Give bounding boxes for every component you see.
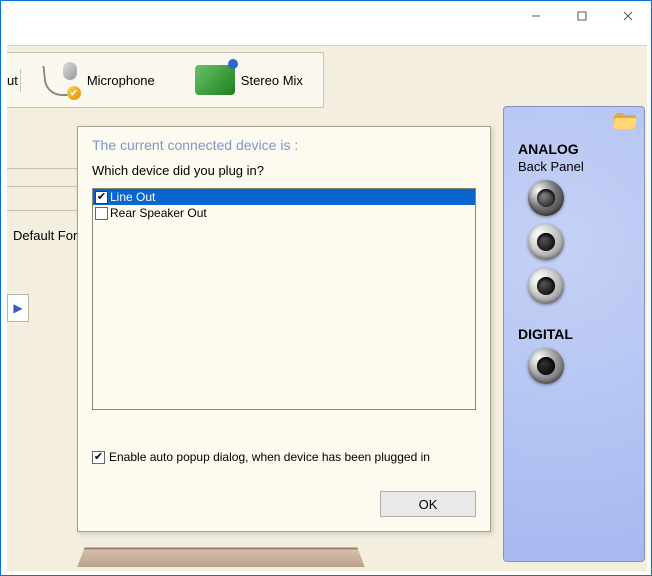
analog-jack-2[interactable] [528, 224, 564, 260]
device-toolbar: ut ✔ Microphone Stereo Mix [7, 52, 324, 108]
analog-jack-1[interactable] [528, 180, 564, 216]
checkbox-icon[interactable]: ✔ [95, 191, 108, 204]
device-tab-stereomix-label: Stereo Mix [241, 73, 303, 88]
default-format-label: Default For [7, 224, 83, 247]
device-option-line-out[interactable]: ✔ Line Out [93, 189, 475, 205]
maximize-button[interactable] [559, 1, 605, 31]
device-tab-truncated[interactable]: ut [7, 69, 21, 92]
analog-heading: ANALOG [518, 141, 644, 157]
checkbox-icon[interactable] [95, 207, 108, 220]
auto-popup-label: Enable auto popup dialog, when device ha… [109, 450, 430, 464]
analog-jack-3[interactable] [528, 268, 564, 304]
digital-heading: DIGITAL [518, 326, 644, 342]
digital-jack-1[interactable] [528, 348, 564, 384]
device-tab-microphone-label: Microphone [87, 73, 155, 88]
nav-arrow-button[interactable]: ▶ [7, 294, 29, 322]
device-option-label: Rear Speaker Out [110, 206, 207, 220]
minimize-button[interactable] [513, 1, 559, 31]
device-tab-stereomix[interactable]: Stereo Mix [185, 61, 313, 99]
close-button[interactable] [605, 1, 651, 31]
bottom-shadow [77, 547, 364, 567]
device-option-label: Line Out [110, 190, 155, 204]
dialog-title: The current connected device is : [78, 127, 490, 159]
titlebar [1, 1, 651, 41]
ok-button[interactable]: OK [380, 491, 476, 517]
device-tab-microphone[interactable]: ✔ Microphone [31, 56, 165, 104]
analog-subheading: Back Panel [518, 159, 644, 174]
connector-panel: ANALOG Back Panel DIGITAL [503, 106, 645, 562]
auto-popup-row[interactable]: ✔ Enable auto popup dialog, when device … [78, 410, 490, 464]
microphone-icon: ✔ [41, 60, 81, 100]
device-plugged-dialog: The current connected device is : Which … [77, 126, 491, 532]
stereo-mix-icon [195, 65, 235, 95]
device-listbox[interactable]: ✔ Line Out Rear Speaker Out [92, 188, 476, 410]
folder-icon[interactable] [614, 113, 636, 129]
device-tab-truncated-label: ut [7, 73, 18, 88]
device-option-rear-speaker-out[interactable]: Rear Speaker Out [93, 205, 475, 221]
checkbox-icon[interactable]: ✔ [92, 451, 105, 464]
dialog-question: Which device did you plug in? [78, 159, 490, 184]
